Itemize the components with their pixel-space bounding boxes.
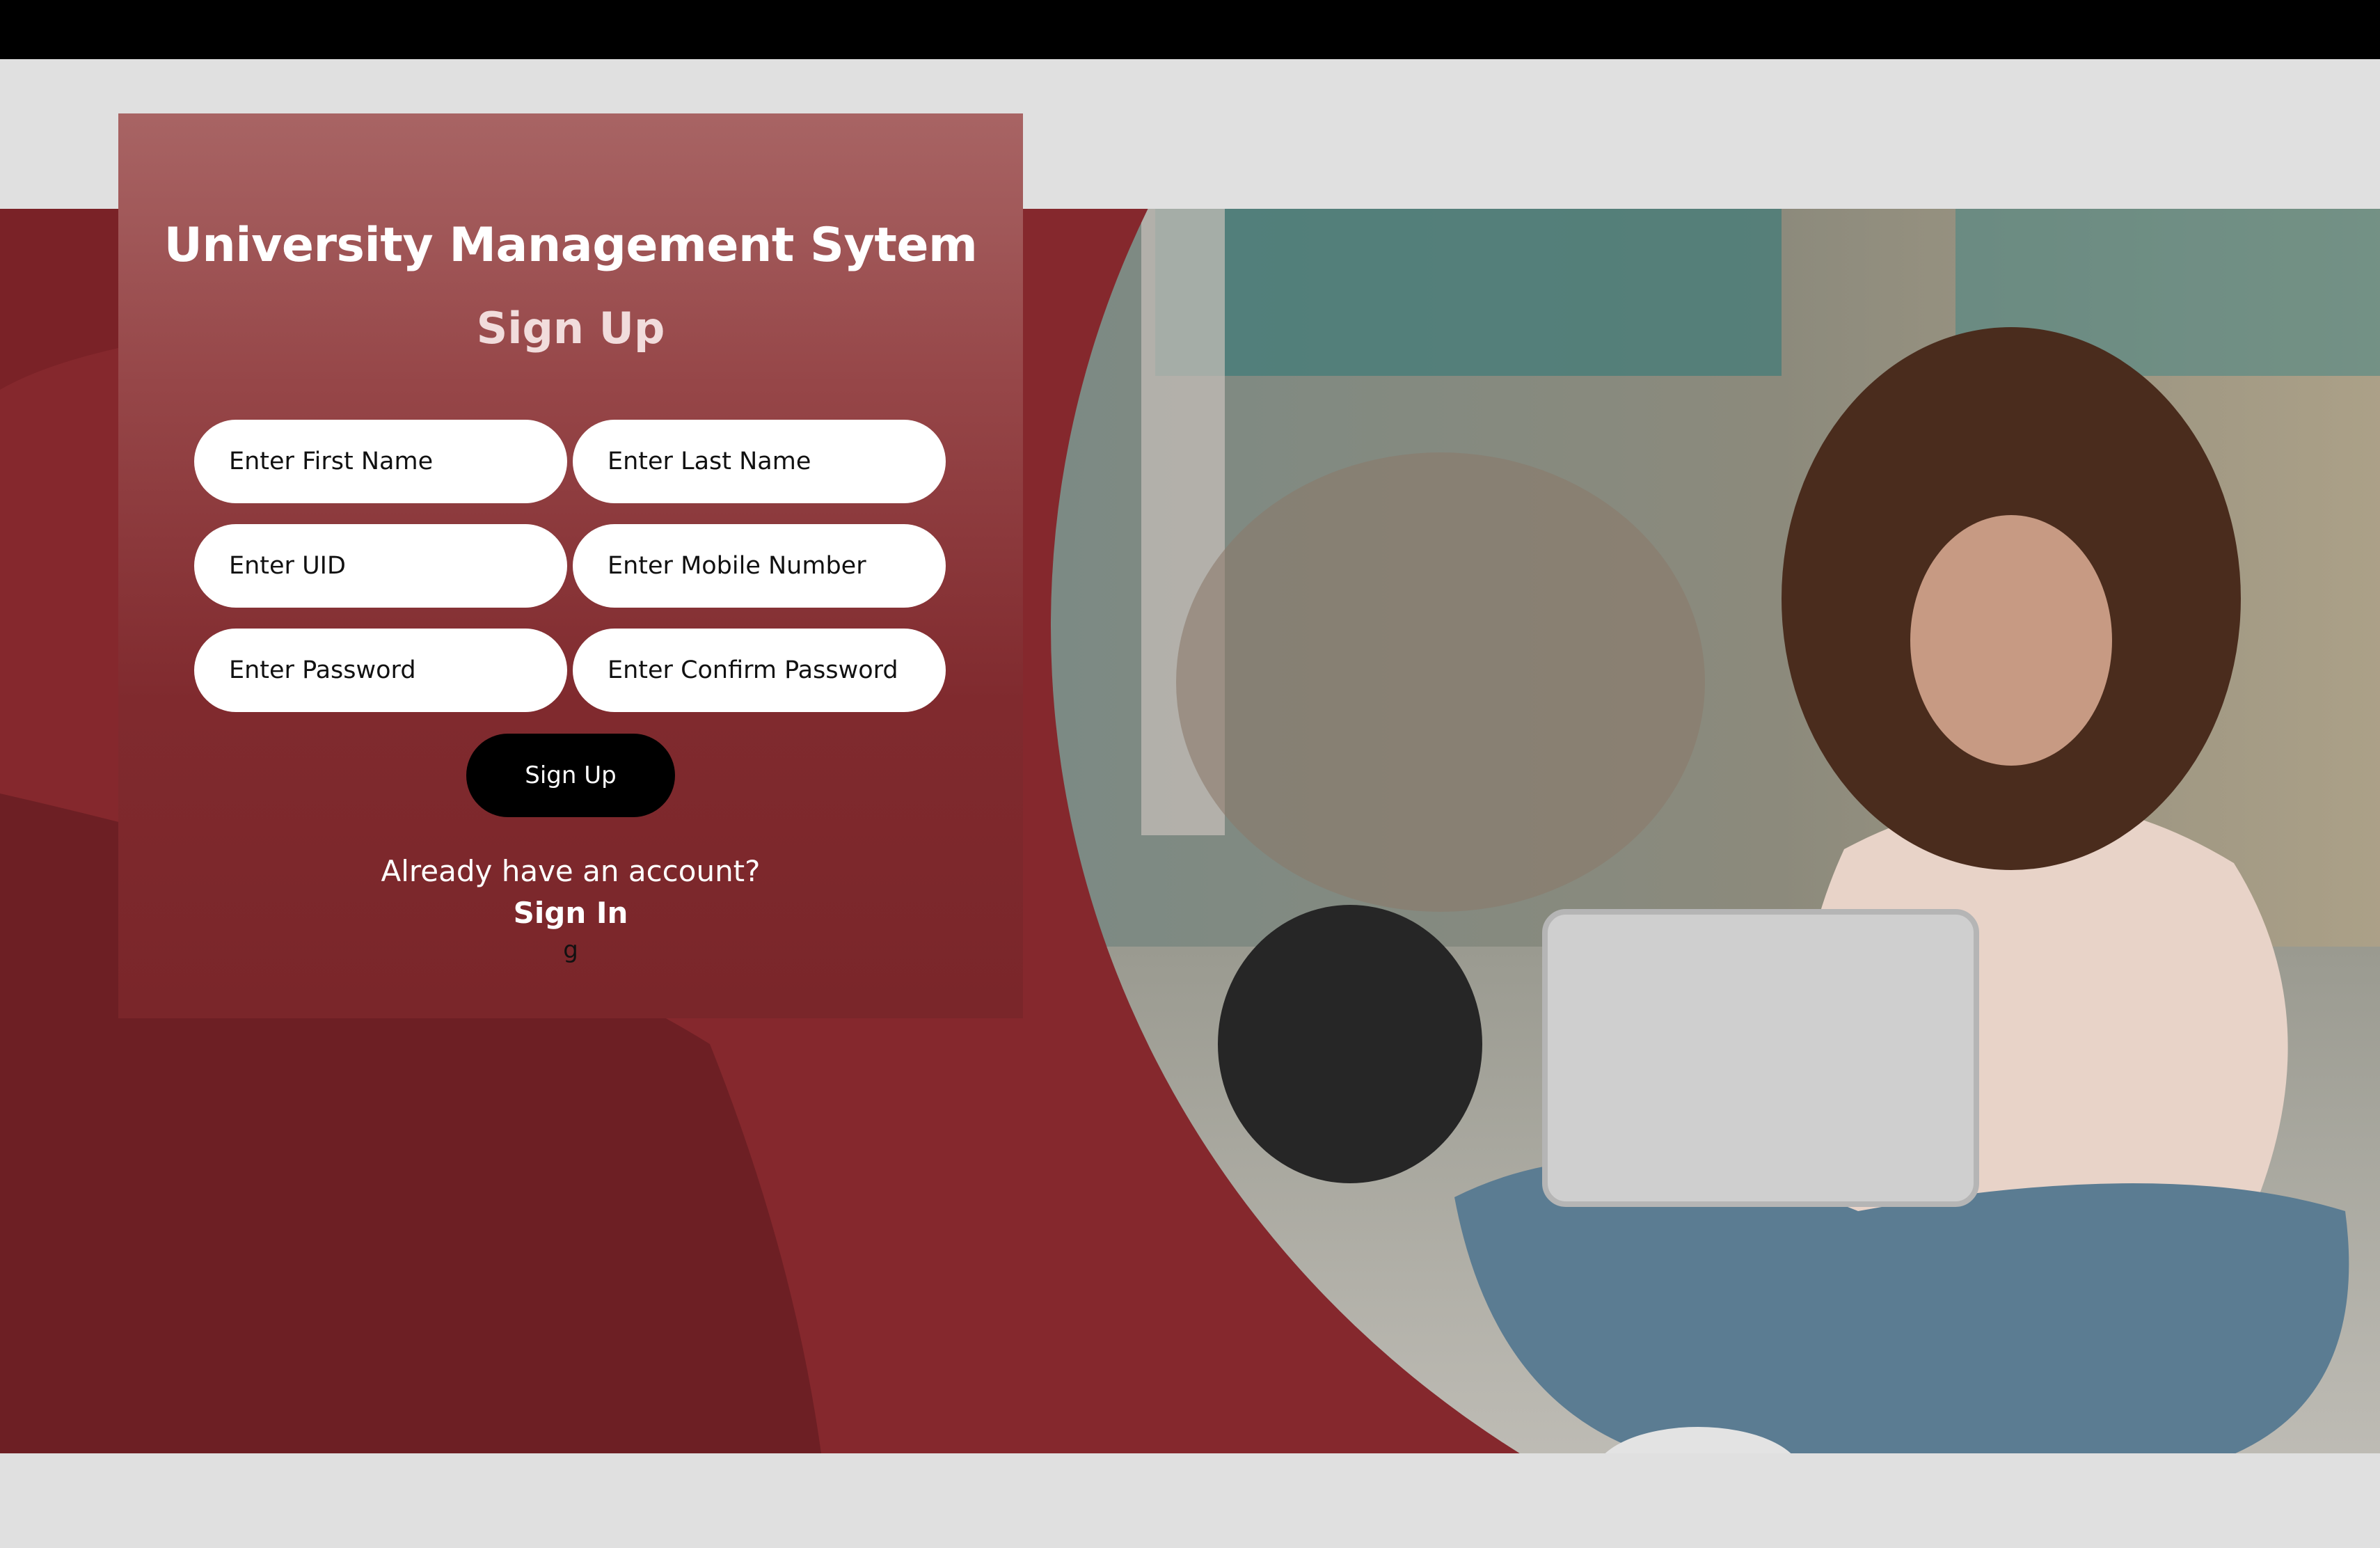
password-input[interactable] [194,629,567,712]
sign-up-button[interactable]: Sign Up [466,734,675,817]
sign-in-link[interactable]: Sign In [118,896,1023,930]
app-title: University Management Sytem [164,218,978,273]
signup-card: University Management Sytem Sign Up Sign… [118,113,1023,1018]
form-heading: Sign Up [476,303,665,354]
page: University Management Sytem Sign Up Sign… [0,0,2380,1548]
confirm-password-input[interactable] [573,629,946,712]
first-name-input[interactable] [194,420,567,503]
top-bar [0,0,2380,59]
already-have-account-text: Already have an account? [381,854,761,888]
stray-text: g [563,936,578,964]
last-name-input[interactable] [573,420,946,503]
uid-input[interactable] [194,524,567,608]
mobile-number-input[interactable] [573,524,946,608]
student-photo-illustration [1051,209,2380,1453]
student-photo [1051,209,2380,1453]
